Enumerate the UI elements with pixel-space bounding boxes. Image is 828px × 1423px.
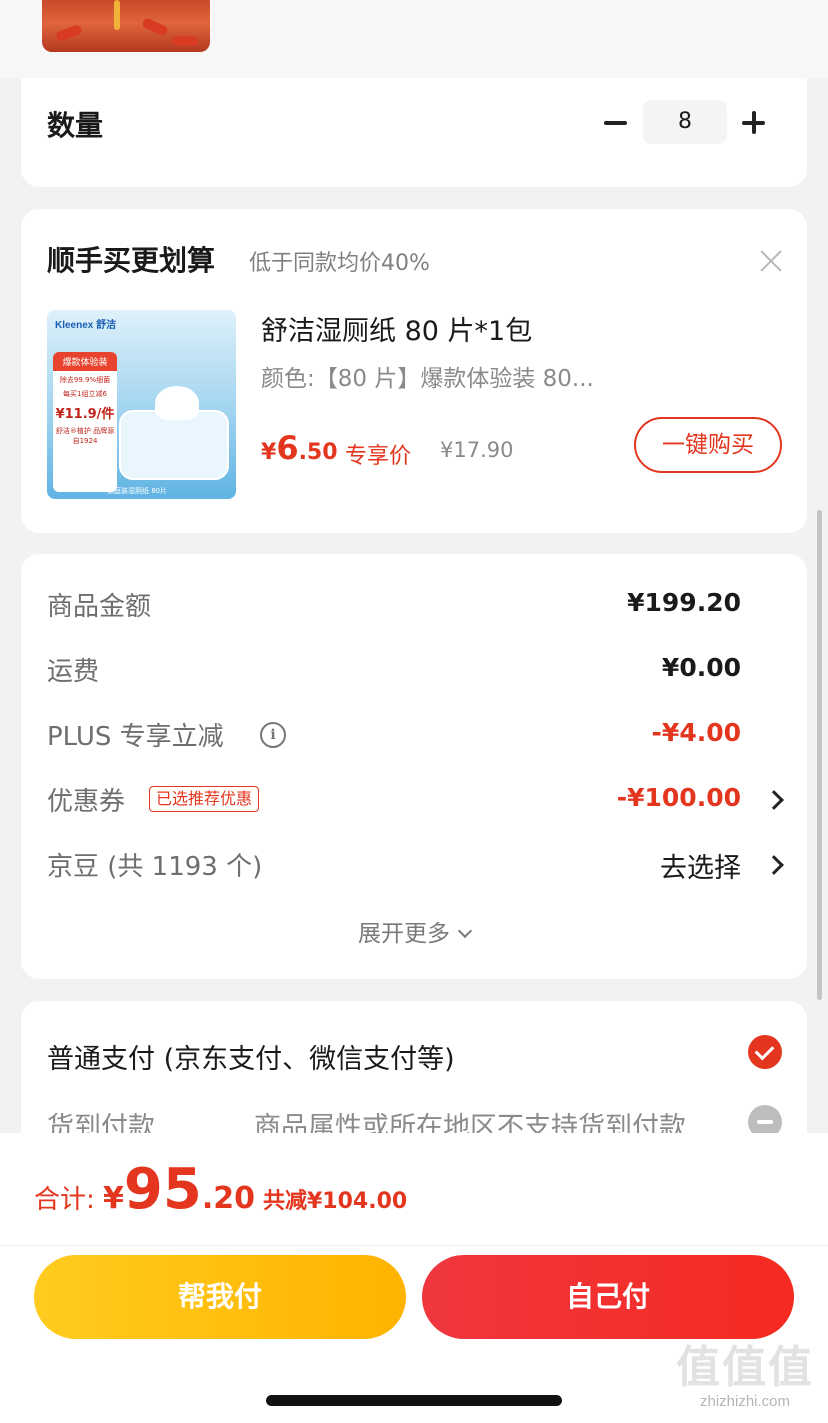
jingdou-value[interactable]: 去选择	[660, 846, 741, 885]
checked-icon[interactable]	[748, 1035, 782, 1069]
total-label: 合计:	[34, 1185, 104, 1215]
total-amount: 合计: ¥95.20 共减¥104.00	[34, 1157, 407, 1222]
product-image[interactable]: Kleenex 舒洁 爆款体验装 除去99.9%细菌 每买1组立减6 ¥11.9…	[47, 310, 236, 499]
quantity-input[interactable]: 8	[643, 100, 727, 144]
tissue-graphic	[155, 386, 199, 420]
info-icon[interactable]: i	[260, 722, 286, 748]
crayfish-graphic	[172, 36, 198, 46]
crayfish-graphic	[55, 23, 83, 43]
product-image-badge: 爆款体验装 除去99.9%细菌 每买1组立减6 ¥11.9/件 舒洁®植护 品牌…	[53, 352, 117, 492]
one-click-buy-button[interactable]: 一键购买	[634, 417, 782, 473]
total-decimal: .20	[201, 1181, 255, 1216]
expand-more-button[interactable]: 展开更多	[21, 914, 807, 948]
upsell-subtitle: 低于同款均价40%	[249, 251, 430, 276]
price-currency: ¥	[261, 440, 277, 465]
close-icon[interactable]	[759, 249, 783, 273]
badge-head: 爆款体验装	[53, 352, 117, 371]
pay-myself-button[interactable]: 自己付	[422, 1255, 794, 1339]
scrollbar[interactable]	[817, 510, 822, 1000]
divider	[0, 1245, 828, 1246]
price-integer: 6	[276, 429, 299, 467]
quantity-minus-button[interactable]	[601, 106, 631, 140]
upsell-title: 顺手买更划算	[47, 244, 216, 277]
checkout-bar: 合计: ¥95.20 共减¥104.00 帮我付 自己付 值值值 zhizhizh…	[0, 1133, 828, 1423]
product-name[interactable]: 舒洁湿厕纸 80 片*1包	[261, 309, 532, 348]
chevron-down-icon	[457, 923, 473, 939]
order-summary-card: 商品金额 ¥199.20 运费 ¥0.00 PLUS 专享立减 i -¥4.00…	[21, 554, 807, 979]
goods-amount-value: ¥199.20	[627, 588, 741, 617]
quantity-label: 数量	[47, 109, 104, 142]
normal-payment-option[interactable]: 普通支付 (京东支付、微信支付等)	[47, 1037, 455, 1076]
watermark-url: zhizhizhi.com	[699, 1393, 791, 1410]
wipes-pack-graphic	[119, 410, 229, 480]
total-integer: 95	[123, 1157, 202, 1222]
coupon-badge: 已选推荐优惠	[149, 786, 260, 812]
watermark: 值值值 zhizhizhi.com	[676, 1342, 814, 1411]
upsell-card: 顺手买更划算 低于同款均价40% Kleenex 舒洁 爆款体验装 除去99.9…	[21, 209, 807, 533]
quantity-card: 数量 8	[21, 78, 807, 187]
plus-discount-label: PLUS 专享立减	[47, 722, 224, 752]
shipping-value: ¥0.00	[661, 653, 741, 682]
badge-line: 每买1组立减6	[63, 390, 107, 398]
chevron-right-icon[interactable]	[764, 855, 784, 875]
watermark-mark: 值值值	[676, 1342, 814, 1393]
expand-more-label: 展开更多	[358, 921, 450, 947]
total-currency: ¥	[103, 1181, 124, 1216]
oil-drip-graphic	[114, 0, 120, 30]
product-price: ¥6.50	[261, 429, 338, 467]
price-decimal: .50	[298, 440, 338, 465]
coupon-value[interactable]: -¥100.00	[617, 783, 741, 812]
plus-discount-value: -¥4.00	[651, 718, 741, 747]
chevron-right-icon[interactable]	[764, 790, 784, 810]
price-tag: 专享价	[345, 444, 412, 469]
shipping-label: 运费	[47, 657, 100, 687]
total-discount: 共减¥104.00	[263, 1189, 408, 1214]
home-indicator[interactable]	[266, 1395, 562, 1406]
original-price: ¥17.90	[440, 438, 514, 462]
jingdou-label[interactable]: 京豆 (共 1193 个)	[47, 846, 262, 883]
quantity-plus-button[interactable]	[739, 106, 769, 140]
badge-line: 除去99.9%细菌	[59, 376, 111, 384]
badge-price: ¥11.9/件	[55, 407, 115, 422]
product-spec: 颜色:【80 片】爆款体验装 80...	[261, 366, 594, 392]
product-image-footer: 家庭装湿厕纸 80片	[107, 487, 168, 495]
goods-amount-label: 商品金额	[47, 592, 152, 622]
product-image-brand: Kleenex 舒洁	[55, 320, 117, 331]
crayfish-graphic	[141, 16, 169, 38]
badge-line: 舒洁®植护 品牌源自1924	[55, 427, 115, 445]
previous-product-thumbnail[interactable]	[42, 0, 210, 52]
help-me-pay-button[interactable]: 帮我付	[34, 1255, 406, 1339]
coupon-label[interactable]: 优惠券	[47, 781, 125, 818]
